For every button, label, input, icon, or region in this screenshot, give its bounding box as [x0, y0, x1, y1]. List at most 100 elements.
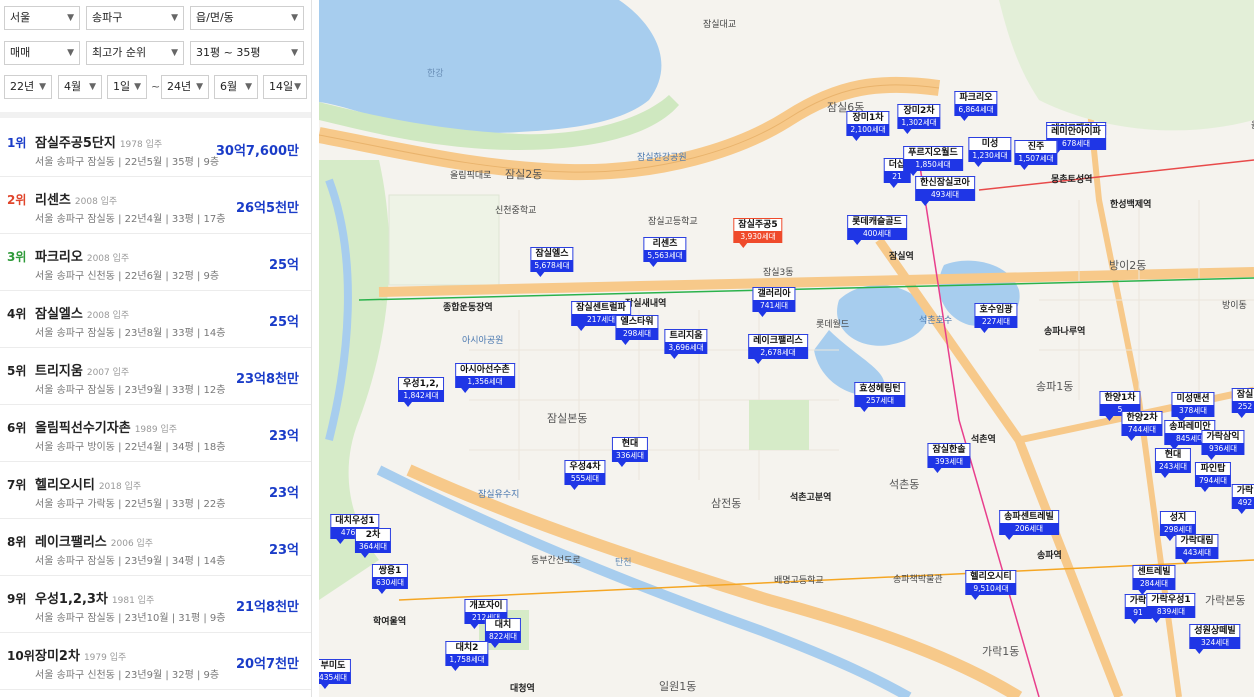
apartment-marker[interactable]: 파크리오 6,864세대	[954, 91, 998, 121]
apartment-marker[interactable]: 송파센트레빌 206세대	[999, 510, 1059, 540]
apartment-marker[interactable]: 미성 1,230세대	[968, 137, 1012, 167]
apartment-marker[interactable]: 한신잠실코아 493세대	[915, 176, 975, 206]
filter-trade-type-value: 매매	[10, 46, 31, 59]
marker-name: 가락대림	[1175, 534, 1219, 547]
filter-city-select[interactable]: 서울 ▼	[4, 6, 80, 30]
apartment-marker[interactable]: 가락대림 443세대	[1175, 534, 1219, 564]
apartment-marker[interactable]: 파인탑 794세대	[1194, 462, 1232, 492]
street-grid	[469, 200, 1254, 500]
apartment-marker[interactable]: 효성헤링턴 257세대	[854, 382, 906, 412]
ranking-item[interactable]: 3위 파크리오 2008 입주 서울 송파구 신천동 | 22년6월 | 32평 | …	[0, 234, 311, 291]
apartment-marker[interactable]: 현대 243세대	[1154, 448, 1192, 478]
marker-name: 한신잠실코아	[915, 176, 975, 189]
marker-pointer	[577, 326, 586, 331]
apartment-marker[interactable]: 우성1,2, 1,842세대	[398, 377, 444, 407]
marker-pointer	[1237, 413, 1246, 418]
date-to-year-select[interactable]: 24년 ▼	[161, 75, 209, 99]
apartment-marker[interactable]: 롯데캐슬골드 400세대	[847, 215, 907, 245]
marker-name: 송파센트레빌	[999, 510, 1059, 523]
marker-household-count: 364세대	[354, 541, 392, 553]
apartment-marker[interactable]: 레이크팰리스 2,678세대	[748, 334, 808, 364]
map-view[interactable]: 잠실대교 잠실6동 잠실2동 잠실3동 잠실새내역 종합운동장역 롯데월드 잠실역 송파나루역 송…	[319, 0, 1254, 697]
filter-trade-type-select[interactable]: 매매 ▼	[4, 41, 80, 65]
marker-pointer	[853, 240, 862, 245]
ranking-item[interactable]: 7위 헬리오시티 2018 입주 서울 송파구 가락동 | 22년5월 | 33평 |…	[0, 462, 311, 519]
apartment-address: 서울 송파구 신천동 | 23년9월 | 32평 | 9층	[35, 670, 220, 681]
marker-pointer	[670, 354, 679, 359]
rank-number: 10위	[7, 649, 35, 663]
marker-household-count: 744세대	[1121, 424, 1163, 436]
ranking-item[interactable]: 9위 우성1,2,3차 1981 입주 서울 송파구 잠실동 | 23년10월 | 3…	[0, 576, 311, 633]
chevron-down-icon: ▼	[245, 82, 252, 92]
date-to-month-select[interactable]: 6월 ▼	[214, 75, 258, 99]
apartment-marker[interactable]: 진주 1,507세대	[1014, 140, 1058, 170]
rank-number: 9위	[7, 592, 27, 606]
marker-pointer	[860, 407, 869, 412]
chevron-down-icon: ▼	[171, 48, 178, 58]
map-place-label: 잠실2동	[505, 168, 543, 181]
ranking-item[interactable]: 2위 리센츠 2008 입주 서울 송파구 잠실동 | 22년4월 | 33평 | 1…	[0, 177, 311, 234]
apartment-marker[interactable]: 대치2 1,758세대	[445, 641, 489, 671]
apartment-marker[interactable]: 푸르지오월드 1,850세대	[903, 146, 963, 176]
filter-district-value: 송파구	[92, 11, 123, 24]
apartment-marker[interactable]: 대치 822세대	[484, 618, 522, 648]
apartment-marker[interactable]: 성원상떼빌 324세대	[1189, 624, 1241, 654]
ranking-item[interactable]: 8위 레이크팰리스 2006 입주 서울 송파구 잠실동 | 23년9월 | 34평 …	[0, 519, 311, 576]
marker-name: 파크리오	[954, 91, 998, 104]
marker-pointer	[754, 359, 763, 364]
apartment-price: 25억	[268, 258, 299, 273]
apartment-marker[interactable]: 2차 364세대	[354, 528, 392, 558]
apartment-marker[interactable]: 가락 492	[1231, 484, 1254, 514]
apartment-marker[interactable]: 장미1차 2,100세대	[846, 111, 890, 141]
marker-name: 파인탑	[1194, 462, 1232, 475]
apartment-marker[interactable]: 호수임광 227세대	[974, 303, 1018, 333]
date-from-month-value: 4월	[64, 80, 82, 93]
apartment-marker[interactable]: 리센츠 5,563세대	[643, 237, 687, 267]
apartment-marker[interactable]: 현대 336세대	[611, 437, 649, 467]
filter-sort-select[interactable]: 최고가 순위 ▼	[86, 41, 184, 65]
ranking-item[interactable]: 4위 잠실엘스 2008 입주 서울 송파구 잠실동 | 23년8월 | 33평 | …	[0, 291, 311, 348]
filter-district-select[interactable]: 송파구 ▼	[86, 6, 184, 30]
filter-dong-select[interactable]: 읍/면/동 ▼	[190, 6, 304, 30]
apartment-marker[interactable]: 잠실한솔 393세대	[927, 443, 971, 473]
apartment-name: 장미2차 1979 입주	[35, 645, 126, 664]
marker-household-count: 492	[1231, 497, 1254, 509]
apartment-marker[interactable]: 우성4차 555세대	[564, 460, 606, 490]
date-from-year-select[interactable]: 22년 ▼	[4, 75, 52, 99]
date-from-month-select[interactable]: 4월 ▼	[58, 75, 102, 99]
apartment-marker[interactable]: 잠실엘스 5,678세대	[530, 247, 574, 277]
apartment-marker[interactable]: 장미2차 1,302세대	[897, 104, 941, 134]
ranking-item[interactable]: 1위 잠실주공5단지 1978 입주 서울 송파구 잠실동 | 22년5월 | 35평…	[0, 120, 311, 177]
apartment-marker[interactable]: 가락삼익 936세대	[1201, 430, 1245, 460]
apartment-marker[interactable]: 엘스타워 298세대	[615, 315, 659, 345]
ranking-item[interactable]: 5위 트리지움 2007 입주 서울 송파구 잠실동 | 23년9월 | 33평 | …	[0, 348, 311, 405]
apartment-marker[interactable]: 잠실 252	[1231, 388, 1254, 418]
chevron-down-icon: ▼	[39, 82, 46, 92]
ranking-item[interactable]: 6위 올림픽선수기자촌 1989 입주 서울 송파구 방이동 | 22년4월 | 34…	[0, 405, 311, 462]
date-to-day-select[interactable]: 14일 ▼	[263, 75, 307, 99]
apartment-marker[interactable]: 아시아선수촌 1,356세대	[455, 363, 515, 393]
marker-pointer	[649, 262, 658, 267]
apartment-marker[interactable]: 트리지움 3,696세대	[664, 329, 708, 359]
apartment-marker[interactable]: 센트레빌 284세대	[1132, 565, 1176, 595]
move-in-year: 2018 입주	[98, 482, 142, 492]
marker-household-count: 435세대	[319, 672, 352, 684]
filter-area-select[interactable]: 31평 ~ 35평 ▼	[190, 41, 304, 65]
apartment-marker[interactable]: 한양2차 744세대	[1121, 411, 1163, 441]
apartment-marker[interactable]: 미성맨션 378세대	[1171, 392, 1215, 422]
apartment-marker[interactable]: 부미도 435세대	[319, 659, 352, 689]
apartment-marker[interactable]: 헬리오시티 9,510세대	[965, 570, 1017, 600]
map-place-label: 석촌동	[889, 478, 920, 491]
apartment-marker[interactable]: 가락우성1 839세대	[1146, 593, 1196, 623]
apartment-marker[interactable]: 쌍용1 630세대	[371, 564, 409, 594]
ranking-item[interactable]: 10위 장미2차 1979 입주서울 송파구 신천동 | 23년9월 | 32평 |…	[0, 633, 311, 690]
marker-name: 한양1차	[1099, 391, 1141, 404]
date-from-day-select[interactable]: 1일 ▼	[107, 75, 147, 99]
map-place-label: 가락1동	[982, 645, 1020, 658]
map-place-label: 잠실본동	[547, 412, 588, 425]
apartment-price: 30억7,600만	[215, 144, 299, 159]
marker-pointer	[490, 643, 499, 648]
apartment-marker[interactable]: 갤러리아 741세대	[752, 287, 796, 317]
map-place-label: 잠실3동	[763, 268, 794, 278]
apartment-marker[interactable]: 잠실주공5 3,930세대	[733, 218, 783, 248]
